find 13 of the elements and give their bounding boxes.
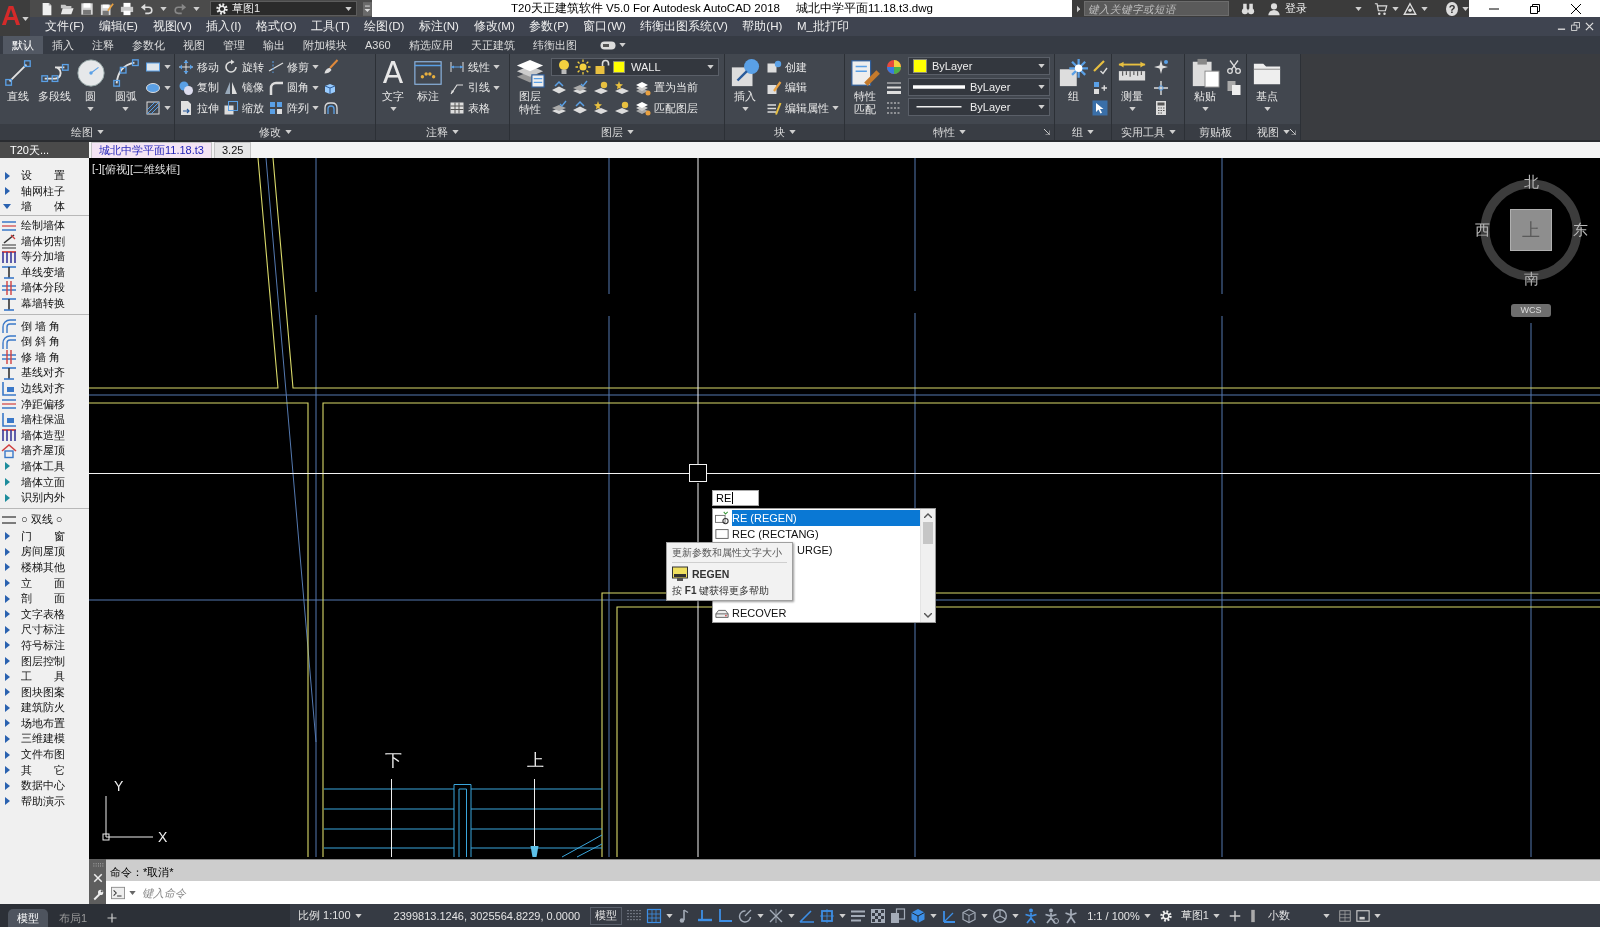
document-name: 城北中学平面11.18.t3.dwg (795, 1, 933, 16)
axis-label: Y (114, 778, 124, 794)
axis-label: X (158, 829, 168, 845)
stair-label: 下 (384, 751, 402, 770)
command-history: 命令：*取消* (106, 859, 1600, 881)
stair-label: 上 (526, 751, 544, 770)
letter-icon: A (382, 58, 404, 88)
tooltip-description: 更新参数和属性文字大小 (672, 546, 787, 563)
tooltip-help: 按 F1 键获得更多帮助 (672, 584, 771, 597)
tooltip-command: REGEN (692, 568, 730, 580)
coordinates-readout: 2399813.1246, 3025564.8229, 0.0000 (393, 909, 581, 922)
window-title: T20天正建筑软件 V5.0 For Autodesk AutoCAD 2018 (511, 1, 780, 16)
palette-title: T20天... (0, 142, 89, 158)
